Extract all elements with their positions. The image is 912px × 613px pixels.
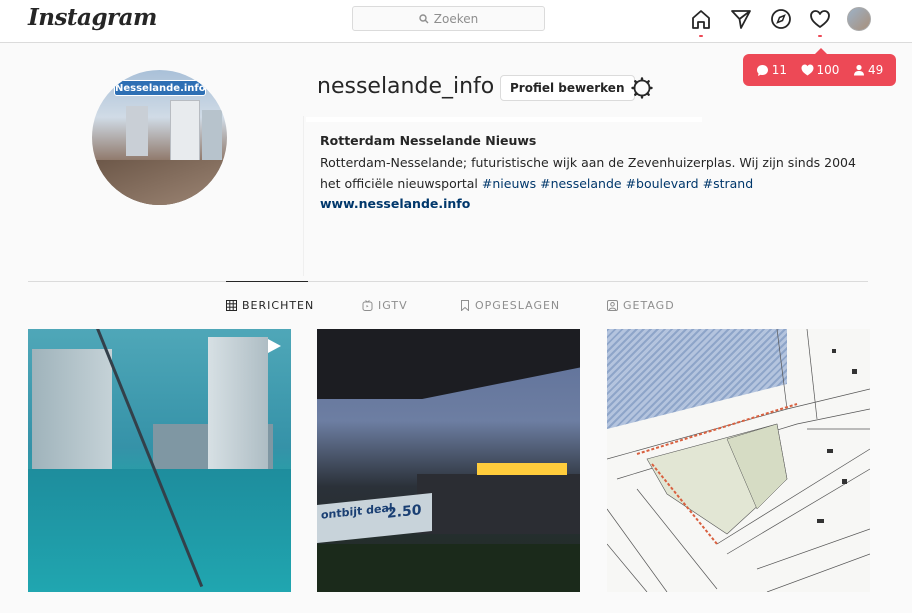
- explore-compass-icon[interactable]: [769, 7, 793, 31]
- heart-icon: [801, 64, 814, 76]
- like-count: 100: [801, 63, 840, 77]
- active-tab-indicator: [226, 281, 308, 282]
- home-icon[interactable]: [689, 7, 713, 37]
- video-play-icon: [268, 339, 281, 353]
- profile-bio: Rotterdam-Nesselande; futuristische wijk…: [320, 152, 880, 194]
- hashtag-link[interactable]: #boulevard: [626, 176, 699, 191]
- tab-label: GETAGD: [623, 299, 675, 312]
- tab-label: OPGESLAGEN: [475, 299, 561, 312]
- post-image-tower: [208, 337, 268, 469]
- post-image-building: [32, 349, 112, 469]
- header-divider-top: [306, 117, 702, 122]
- tab-igtv[interactable]: IGTV: [362, 299, 408, 312]
- hashtag-link[interactable]: #nieuws: [482, 176, 536, 191]
- comment-icon: [756, 64, 768, 76]
- tagged-icon: [607, 300, 618, 311]
- home-indicator-dot: [699, 35, 703, 37]
- profile-pic-label: Nesselande.info: [114, 80, 206, 96]
- post-image-light: [477, 463, 567, 475]
- profile-picture[interactable]: Nesselande.info: [92, 70, 227, 205]
- profile-pic-street: [92, 160, 227, 205]
- follower-count-value: 49: [867, 63, 884, 77]
- follower-count: 49: [853, 63, 883, 77]
- tab-label: BERICHTEN: [242, 299, 315, 312]
- profile-pic-building: [126, 106, 148, 156]
- direct-message-icon[interactable]: [729, 7, 753, 31]
- hashtag-link[interactable]: #nesselande: [540, 176, 621, 191]
- like-count-value: 100: [816, 63, 840, 77]
- profile-full-name: Rotterdam Nesselande Nieuws: [320, 133, 537, 148]
- activity-heart-icon[interactable]: [808, 7, 832, 37]
- tab-getagd[interactable]: GETAGD: [607, 299, 675, 312]
- tab-opgeslagen[interactable]: OPGESLAGEN: [460, 299, 560, 312]
- map-drawing: [607, 329, 870, 592]
- profile-avatar-button[interactable]: [847, 7, 871, 31]
- post-image-building: [417, 474, 580, 534]
- comment-count-value: 11: [771, 63, 788, 77]
- tab-berichten[interactable]: BERICHTEN: [226, 299, 314, 312]
- edit-profile-button[interactable]: Profiel bewerken: [500, 75, 635, 101]
- grid-icon: [226, 300, 237, 311]
- bookmark-icon: [461, 300, 469, 311]
- person-icon: [853, 64, 864, 76]
- settings-gear-icon[interactable]: [630, 76, 654, 100]
- activity-indicator-dot: [818, 35, 822, 37]
- profile-username: nesselande_info: [317, 74, 495, 99]
- post-image-grass: [317, 544, 580, 592]
- profile-website-link[interactable]: www.nesselande.info: [320, 196, 470, 211]
- tabs-divider: [28, 281, 868, 282]
- post-thumbnail-map[interactable]: [607, 329, 870, 592]
- comment-count: 11: [756, 63, 787, 77]
- hashtag-link[interactable]: #strand: [703, 176, 754, 191]
- activity-notification-bubble[interactable]: 11 100 49: [743, 48, 896, 86]
- igtv-icon: [362, 300, 373, 311]
- tab-label: IGTV: [378, 299, 408, 312]
- post-image-canopy: [317, 329, 580, 399]
- nav-icons: [0, 7, 912, 37]
- post-thumbnail-photo[interactable]: ontbijt deal 2.50: [317, 329, 580, 592]
- post-thumbnail-video[interactable]: [28, 329, 291, 592]
- header-divider: [303, 116, 304, 276]
